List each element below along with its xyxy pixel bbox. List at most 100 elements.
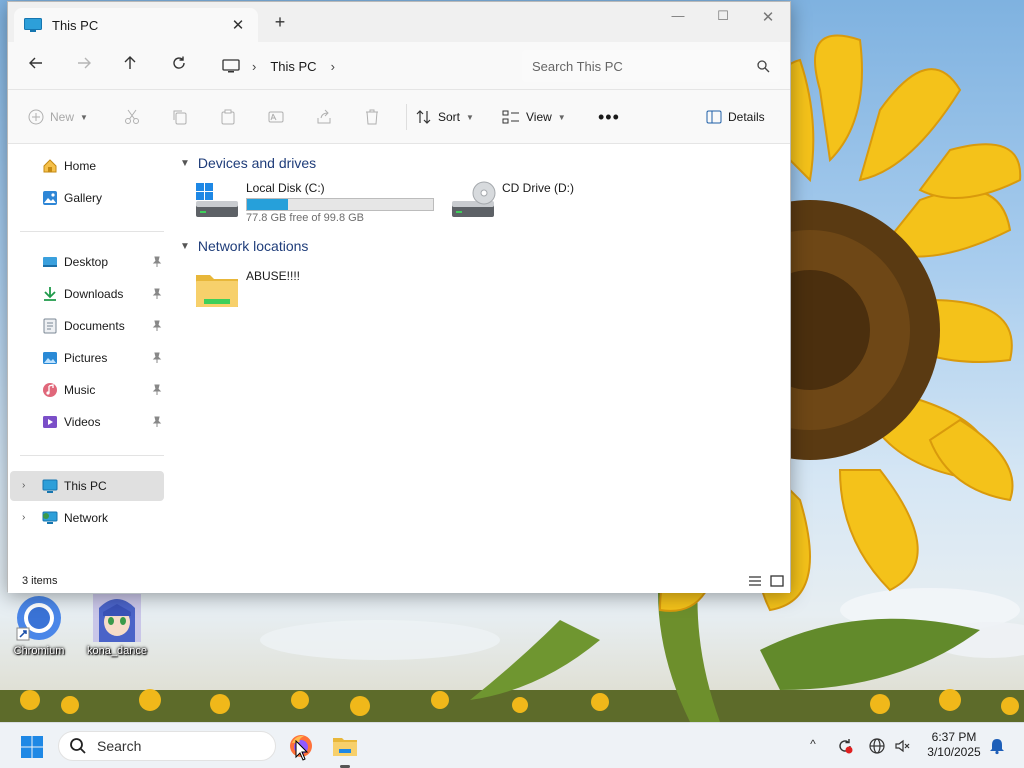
file-explorer-icon[interactable] [332, 733, 358, 759]
new-label: New [50, 110, 75, 124]
copy-button[interactable] [172, 107, 194, 127]
system-clock[interactable]: 6:37 PM 3/10/2025 [922, 730, 986, 760]
scissors-icon [125, 109, 139, 124]
details-view-icon[interactable] [748, 575, 762, 587]
sidebar-item-label: Network [64, 511, 109, 525]
sidebar-item-videos[interactable]: Videos [10, 407, 164, 437]
desktop-icon-chromium[interactable]: Chromium [6, 594, 72, 657]
back-button[interactable] [24, 55, 48, 77]
sort-button[interactable]: Sort ▼ [416, 107, 474, 127]
drive-name: Local Disk (C:) [246, 181, 325, 195]
show-hidden-icons-button[interactable]: ^ [804, 737, 822, 755]
sidebar-item-this-pc[interactable]: › This PC [10, 471, 164, 501]
pin-icon [152, 320, 162, 331]
group-header-network[interactable]: ▼ Network locations [180, 238, 308, 254]
notification-bell-icon[interactable] [988, 737, 1006, 755]
sidebar-item-desktop[interactable]: Desktop [10, 247, 164, 277]
search-box[interactable] [522, 50, 780, 82]
desktop-icon-kona-dance[interactable]: kona_dance [84, 594, 150, 657]
sidebar-item-label: Home [64, 159, 97, 173]
drive-local-disk-c[interactable]: Local Disk (C:) 77.8 GB free of 99.8 GB [194, 181, 434, 224]
sidebar-item-label: This PC [64, 479, 107, 493]
sidebar-item-label: Pictures [64, 351, 108, 365]
pin-icon [152, 288, 162, 299]
breadcrumb[interactable]: › This PC › [214, 50, 514, 82]
pictures-icon [42, 350, 58, 366]
sidebar-item-music[interactable]: Music [10, 375, 164, 405]
share-icon [317, 109, 331, 124]
mouse-cursor-icon [295, 740, 309, 761]
forward-button[interactable] [72, 55, 96, 77]
sidebar-item-network[interactable]: › Network [10, 503, 164, 533]
globe-icon[interactable] [868, 737, 886, 755]
rename-icon [268, 111, 284, 123]
sort-label: Sort [438, 110, 461, 124]
view-list-icon [502, 110, 519, 124]
file-explorer-window: This PC ✕ + — ☐ ✕ › This PC › Search Thi… [7, 1, 791, 593]
share-button[interactable] [316, 107, 338, 127]
chevron-down-icon: ▼ [466, 112, 474, 122]
drive-cd-d[interactable]: CD Drive (D:) [450, 181, 574, 221]
sidebar-item-documents[interactable]: Documents [10, 311, 164, 341]
more-options-button[interactable]: ••• [598, 107, 620, 127]
trash-icon [366, 109, 378, 125]
cd-drive-icon [452, 181, 496, 217]
details-pane-button[interactable]: Details [706, 107, 765, 127]
refresh-button[interactable] [167, 55, 191, 77]
sidebar-item-gallery[interactable]: Gallery [10, 183, 164, 213]
new-tab-button[interactable]: + [270, 12, 290, 33]
sidebar-item-pictures[interactable]: Pictures [10, 343, 164, 373]
address-bar: › This PC › [8, 42, 790, 90]
refresh-icon [173, 56, 185, 69]
breadcrumb-item-this-pc[interactable]: This PC [270, 59, 316, 74]
chevron-right-icon[interactable]: › [22, 480, 25, 491]
sidebar-divider [20, 231, 164, 232]
chevron-down-icon: ▼ [80, 112, 88, 122]
sidebar-item-home[interactable]: Home [10, 151, 164, 181]
chevron-right-icon[interactable]: › [22, 512, 25, 523]
command-bar: New ▼ Sort ▼ View ▼ ••• Details [8, 90, 790, 144]
group-header-devices[interactable]: ▼ Devices and drives [180, 155, 316, 171]
tiles-view-icon[interactable] [770, 575, 784, 587]
details-label: Details [728, 110, 765, 124]
cut-button[interactable] [124, 107, 146, 127]
close-button[interactable]: ✕ [753, 8, 783, 26]
volume-muted-icon[interactable] [894, 737, 912, 755]
paste-button[interactable] [220, 107, 242, 127]
pin-icon [152, 384, 162, 395]
group-title: Network locations [197, 238, 309, 254]
anime-character-icon [93, 594, 141, 642]
search-input[interactable] [532, 58, 756, 74]
arrow-left-icon [29, 57, 42, 69]
windows-start-icon[interactable] [20, 735, 44, 759]
desktop-folder-icon [42, 254, 58, 270]
network-location-item[interactable]: ABUSE!!!! [194, 269, 300, 309]
navigation-pane: Home Gallery Desktop Downloads Documents… [8, 145, 172, 569]
delete-button[interactable] [364, 107, 386, 127]
videos-icon [42, 414, 58, 430]
update-notification-icon[interactable] [836, 737, 854, 755]
clipboard-icon [221, 109, 235, 125]
new-button[interactable]: New ▼ [28, 107, 88, 127]
minimize-button[interactable]: — [663, 8, 693, 23]
sidebar-item-downloads[interactable]: Downloads [10, 279, 164, 309]
documents-icon [42, 318, 58, 334]
tab-close-icon[interactable]: ✕ [228, 16, 248, 34]
up-button[interactable] [118, 55, 142, 77]
sort-icon [416, 110, 431, 124]
windows-drive-icon [196, 183, 238, 217]
pin-icon [152, 352, 162, 363]
maximize-button[interactable]: ☐ [708, 8, 738, 24]
sidebar-item-label: Downloads [64, 287, 124, 301]
taskbar-search-box[interactable]: Search [58, 731, 276, 761]
search-icon [757, 60, 770, 73]
taskbar: Search ^ 6:37 PM 3/10/2025 [0, 722, 1024, 768]
view-button[interactable]: View ▼ [502, 107, 566, 127]
view-label: View [526, 110, 552, 124]
chevron-right-icon[interactable]: › [331, 59, 335, 74]
rename-button[interactable] [268, 107, 290, 127]
arrow-right-icon [78, 57, 91, 69]
sidebar-item-label: Desktop [64, 255, 109, 269]
chevron-right-icon[interactable]: › [252, 59, 256, 74]
tab-this-pc[interactable]: This PC ✕ [14, 8, 258, 42]
